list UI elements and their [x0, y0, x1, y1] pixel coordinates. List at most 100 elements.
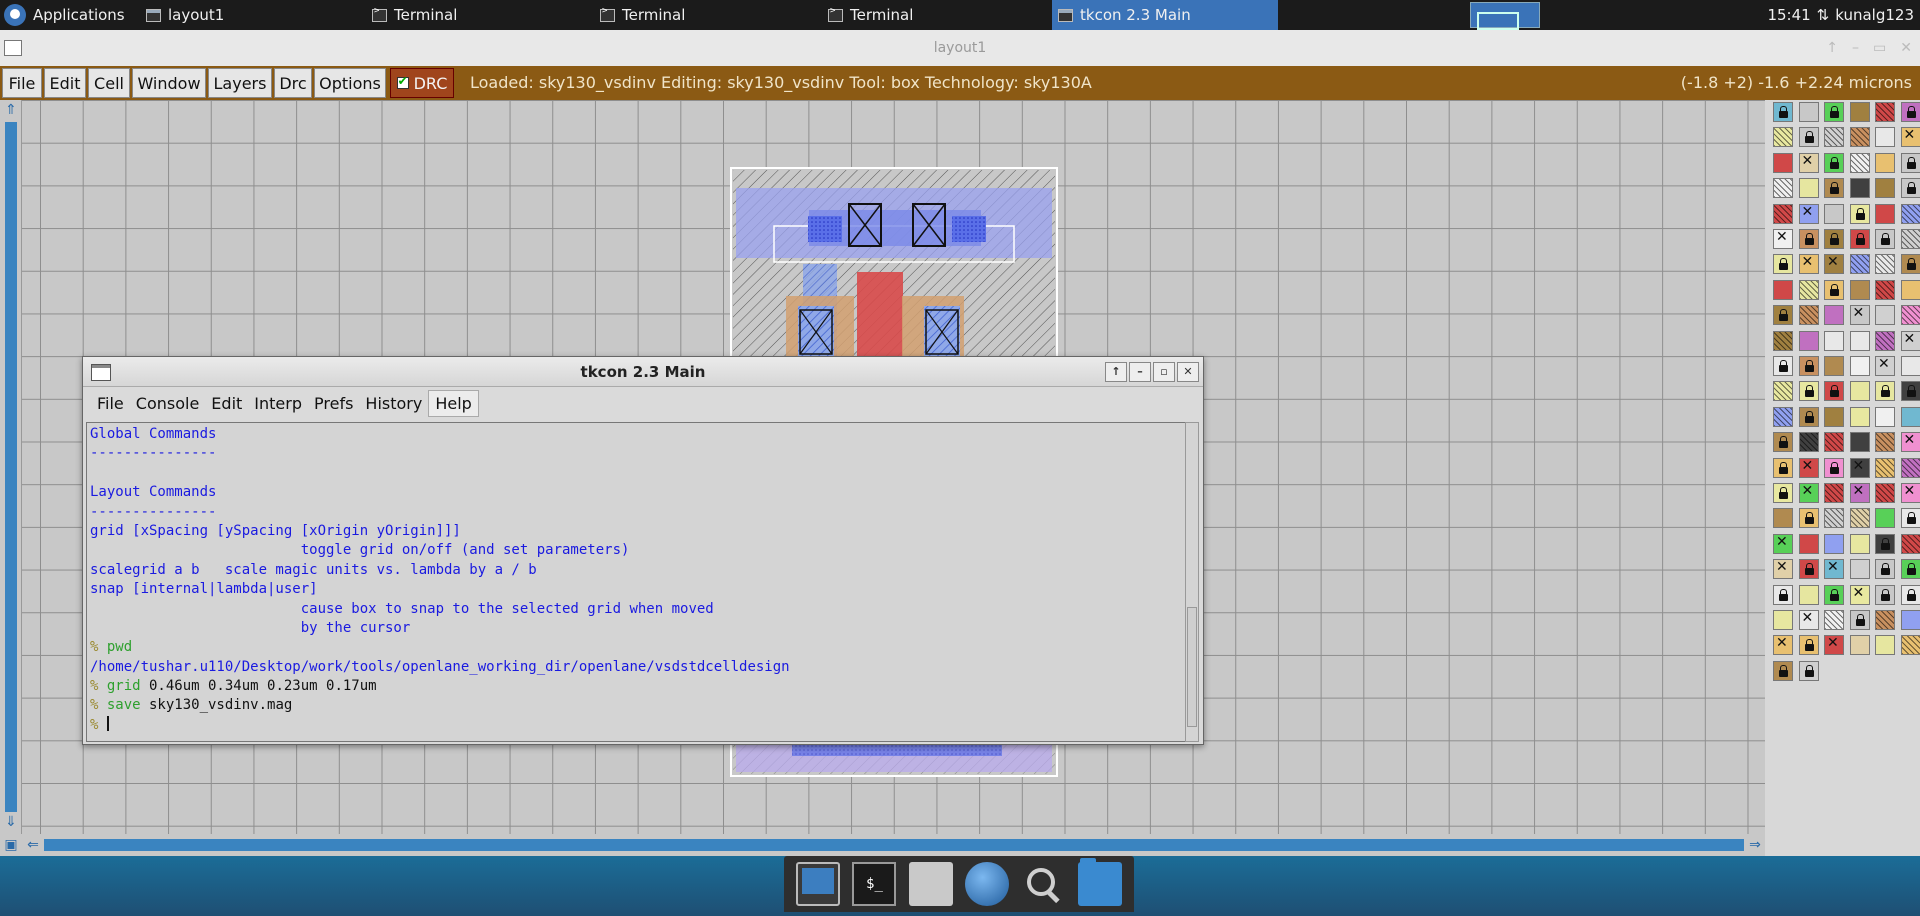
close-icon[interactable]: ✕ — [1900, 30, 1912, 66]
layer-lock-icon[interactable] — [1773, 254, 1793, 275]
maximize-icon[interactable]: ▭ — [1873, 30, 1886, 66]
layer-swatch[interactable] — [1773, 279, 1793, 300]
vertical-scrollbar[interactable]: ⇑ ⇓ — [0, 100, 22, 834]
layer-lock-icon[interactable] — [1849, 229, 1870, 249]
horizontal-scroll-track[interactable] — [44, 839, 1744, 851]
layer-swatch[interactable] — [1900, 483, 1920, 503]
layer-lock-icon[interactable] — [1900, 152, 1920, 173]
layer-swatch[interactable] — [1798, 279, 1819, 300]
layer-swatch[interactable] — [1875, 305, 1895, 326]
layer-swatch[interactable] — [1798, 610, 1819, 630]
layer-swatch[interactable] — [1875, 127, 1895, 148]
layer-swatch[interactable] — [1773, 533, 1793, 554]
layer-lock-icon[interactable] — [1875, 559, 1895, 580]
menu-cell[interactable]: Cell — [88, 68, 130, 98]
layer-swatch[interactable] — [1849, 178, 1870, 199]
menu-edit[interactable]: Edit — [44, 68, 86, 98]
layer-lock-icon[interactable] — [1875, 533, 1895, 554]
layer-swatch[interactable] — [1773, 203, 1793, 224]
layer-swatch[interactable] — [1875, 457, 1895, 478]
layer-swatch[interactable] — [1875, 635, 1895, 656]
layer-swatch[interactable] — [1900, 533, 1920, 554]
scroll-right-icon[interactable]: ⇒ — [1746, 836, 1764, 854]
shade-icon[interactable]: ↑ — [1826, 30, 1838, 66]
layer-lock-icon[interactable] — [1900, 178, 1920, 199]
layer-swatch[interactable] — [1773, 127, 1793, 148]
layer-swatch[interactable] — [1900, 229, 1920, 249]
tkcon-scroll-thumb[interactable] — [1187, 607, 1197, 727]
layer-swatch[interactable] — [1773, 178, 1793, 199]
layer-swatch[interactable] — [1798, 584, 1819, 605]
layer-swatch[interactable] — [1900, 610, 1920, 630]
layer-swatch[interactable] — [1900, 356, 1920, 376]
workspace-switcher[interactable] — [1470, 2, 1540, 30]
menu-layers[interactable]: Layers — [208, 68, 272, 98]
files-icon[interactable] — [1077, 858, 1122, 906]
layer-swatch[interactable] — [1773, 406, 1793, 427]
tkcon-menu-history[interactable]: History — [359, 391, 428, 416]
scroll-left-icon[interactable]: ⇐ — [24, 836, 42, 854]
network-icon[interactable]: ⇅ — [1817, 6, 1830, 24]
menu-drc[interactable]: Drc — [274, 68, 312, 98]
layer-swatch[interactable] — [1773, 559, 1793, 580]
layer-lock-icon[interactable] — [1824, 381, 1844, 402]
task-layout1[interactable]: layout1 — [146, 0, 356, 30]
layer-swatch[interactable] — [1875, 254, 1895, 275]
layer-swatch[interactable] — [1773, 635, 1793, 656]
layer-swatch[interactable] — [1875, 432, 1895, 453]
layer-swatch[interactable] — [1849, 457, 1870, 478]
show-desktop-icon[interactable] — [796, 862, 841, 906]
layer-lock-icon[interactable] — [1773, 102, 1793, 122]
layer-swatch[interactable] — [1875, 610, 1895, 630]
tkcon-menu-interp[interactable]: Interp — [248, 391, 308, 416]
layer-lock-icon[interactable] — [1824, 457, 1844, 478]
minimize-icon[interactable]: – — [1852, 30, 1859, 66]
layer-swatch[interactable] — [1798, 152, 1819, 173]
layer-swatch[interactable] — [1824, 330, 1844, 351]
tkcon-menu-prefs[interactable]: Prefs — [308, 391, 359, 416]
layer-lock-icon[interactable] — [1900, 254, 1920, 275]
layer-swatch[interactable] — [1849, 406, 1870, 427]
layer-swatch[interactable] — [1773, 610, 1793, 630]
layer-lock-icon[interactable] — [1900, 102, 1920, 122]
layer-swatch[interactable] — [1849, 279, 1870, 300]
layout-window-titlebar[interactable]: layout1 ↑ – ▭ ✕ — [0, 30, 1920, 66]
tkcon-titlebar[interactable]: tkcon 2.3 Main ↑ – ▫ ✕ — [83, 357, 1203, 387]
layer-swatch[interactable] — [1875, 356, 1895, 376]
layer-swatch[interactable] — [1875, 508, 1895, 529]
layer-swatch[interactable] — [1849, 381, 1870, 402]
layer-swatch[interactable] — [1900, 203, 1920, 224]
task-terminal-1[interactable]: Terminal — [372, 0, 582, 30]
tkcon-menu-console[interactable]: Console — [130, 391, 206, 416]
layer-swatch[interactable] — [1900, 406, 1920, 427]
menu-file[interactable]: File — [2, 68, 42, 98]
layer-swatch[interactable] — [1849, 635, 1870, 656]
layer-swatch[interactable] — [1900, 635, 1920, 656]
layer-lock-icon[interactable] — [1798, 406, 1819, 427]
layer-swatch[interactable] — [1849, 483, 1870, 503]
scroll-home-icon[interactable]: ▣ — [2, 836, 20, 854]
shade-icon[interactable]: ↑ — [1105, 362, 1127, 382]
layer-lock-icon[interactable] — [1824, 102, 1844, 122]
layer-swatch[interactable] — [1849, 559, 1870, 580]
window-menu-icon[interactable] — [91, 364, 111, 381]
home-folder-icon[interactable] — [908, 862, 953, 906]
layer-swatch[interactable] — [1900, 127, 1920, 148]
layer-lock-icon[interactable] — [1900, 584, 1920, 605]
layer-lock-icon[interactable] — [1773, 584, 1793, 605]
layer-lock-icon[interactable] — [1900, 508, 1920, 529]
layer-lock-icon[interactable] — [1824, 178, 1844, 199]
layer-swatch[interactable] — [1798, 305, 1819, 326]
layer-swatch[interactable] — [1824, 254, 1844, 275]
layer-lock-icon[interactable] — [1773, 457, 1793, 478]
drc-toggle[interactable]: DRC — [390, 68, 454, 98]
layer-swatch[interactable] — [1875, 279, 1895, 300]
layer-swatch[interactable] — [1824, 406, 1844, 427]
layer-lock-icon[interactable] — [1824, 152, 1844, 173]
layer-swatch[interactable] — [1900, 305, 1920, 326]
layer-swatch[interactable] — [1849, 432, 1870, 453]
layer-lock-icon[interactable] — [1875, 229, 1895, 249]
task-terminal-3[interactable]: Terminal — [828, 0, 1038, 30]
menu-options[interactable]: Options — [314, 68, 386, 98]
layer-swatch[interactable] — [1773, 381, 1793, 402]
